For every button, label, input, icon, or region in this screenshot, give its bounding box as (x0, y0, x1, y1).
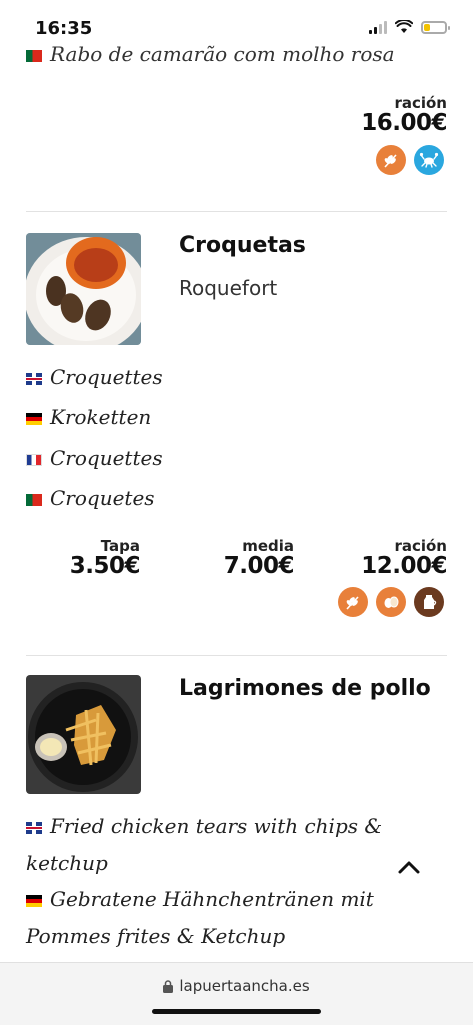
battery-icon (421, 20, 450, 34)
url-display[interactable]: lapuertaancha.es (0, 977, 473, 995)
status-time: 16:35 (35, 18, 93, 39)
status-icons (369, 20, 450, 34)
egg-icon (376, 587, 406, 617)
flag-germany-icon (26, 412, 42, 425)
flag-uk-icon (26, 821, 42, 834)
price-label: ración (394, 537, 447, 555)
lagrimones-photo[interactable] (26, 675, 141, 794)
flag-uk-icon (26, 372, 42, 385)
price-tapa: Tapa 3.50€ (69, 537, 141, 579)
cellular-signal-icon (369, 20, 387, 34)
crustacean-icon (414, 145, 444, 175)
browser-url-bar[interactable]: lapuertaancha.es (0, 962, 473, 1025)
translation-fr: Croquettes (26, 446, 163, 470)
flag-germany-icon (26, 894, 42, 907)
translation-en: Fried chicken tears with chips & ketchup (26, 814, 383, 875)
flag-portugal-icon (26, 49, 42, 62)
divider (26, 211, 447, 212)
croquetas-photo[interactable] (26, 233, 141, 345)
dish-title: Lagrimones de pollo (179, 676, 431, 701)
translation-de: Kroketten (26, 405, 151, 429)
price-media: media 7.00€ (223, 537, 295, 579)
price-value: 7.00€ (223, 553, 295, 579)
price-value: 3.50€ (69, 553, 141, 579)
price-label: media (242, 537, 294, 555)
price-label: ración (394, 94, 447, 112)
translation-en: Croquettes (26, 365, 163, 389)
price-racion: ración 12.00€ (361, 538, 447, 578)
price-value: 12.00€ (361, 553, 447, 579)
gluten-icon (376, 145, 406, 175)
scroll-to-top-button[interactable] (392, 850, 426, 884)
url-text: lapuertaancha.es (179, 977, 310, 995)
chevron-up-icon (398, 861, 420, 874)
divider (26, 655, 447, 656)
dish-subtitle: Roquefort (179, 276, 278, 300)
gluten-icon (338, 587, 368, 617)
dish-title: Croquetas (179, 233, 306, 258)
price-value: 16.00€ (361, 110, 447, 136)
milk-icon (414, 587, 444, 617)
flag-france-icon (26, 453, 42, 466)
flag-portugal-icon (26, 493, 42, 506)
partial-translation: Rabo de camarão com molho rosa (26, 42, 446, 66)
lock-icon (163, 980, 174, 993)
translation-pt: Croquetes (26, 486, 155, 510)
translation-de: Gebratene Hähnchentränen mit Pommes frit… (26, 887, 374, 948)
price-label: Tapa (100, 537, 140, 555)
wifi-icon (395, 20, 413, 33)
home-indicator[interactable] (152, 1009, 321, 1014)
price-racion: ración 16.00€ (361, 95, 447, 135)
